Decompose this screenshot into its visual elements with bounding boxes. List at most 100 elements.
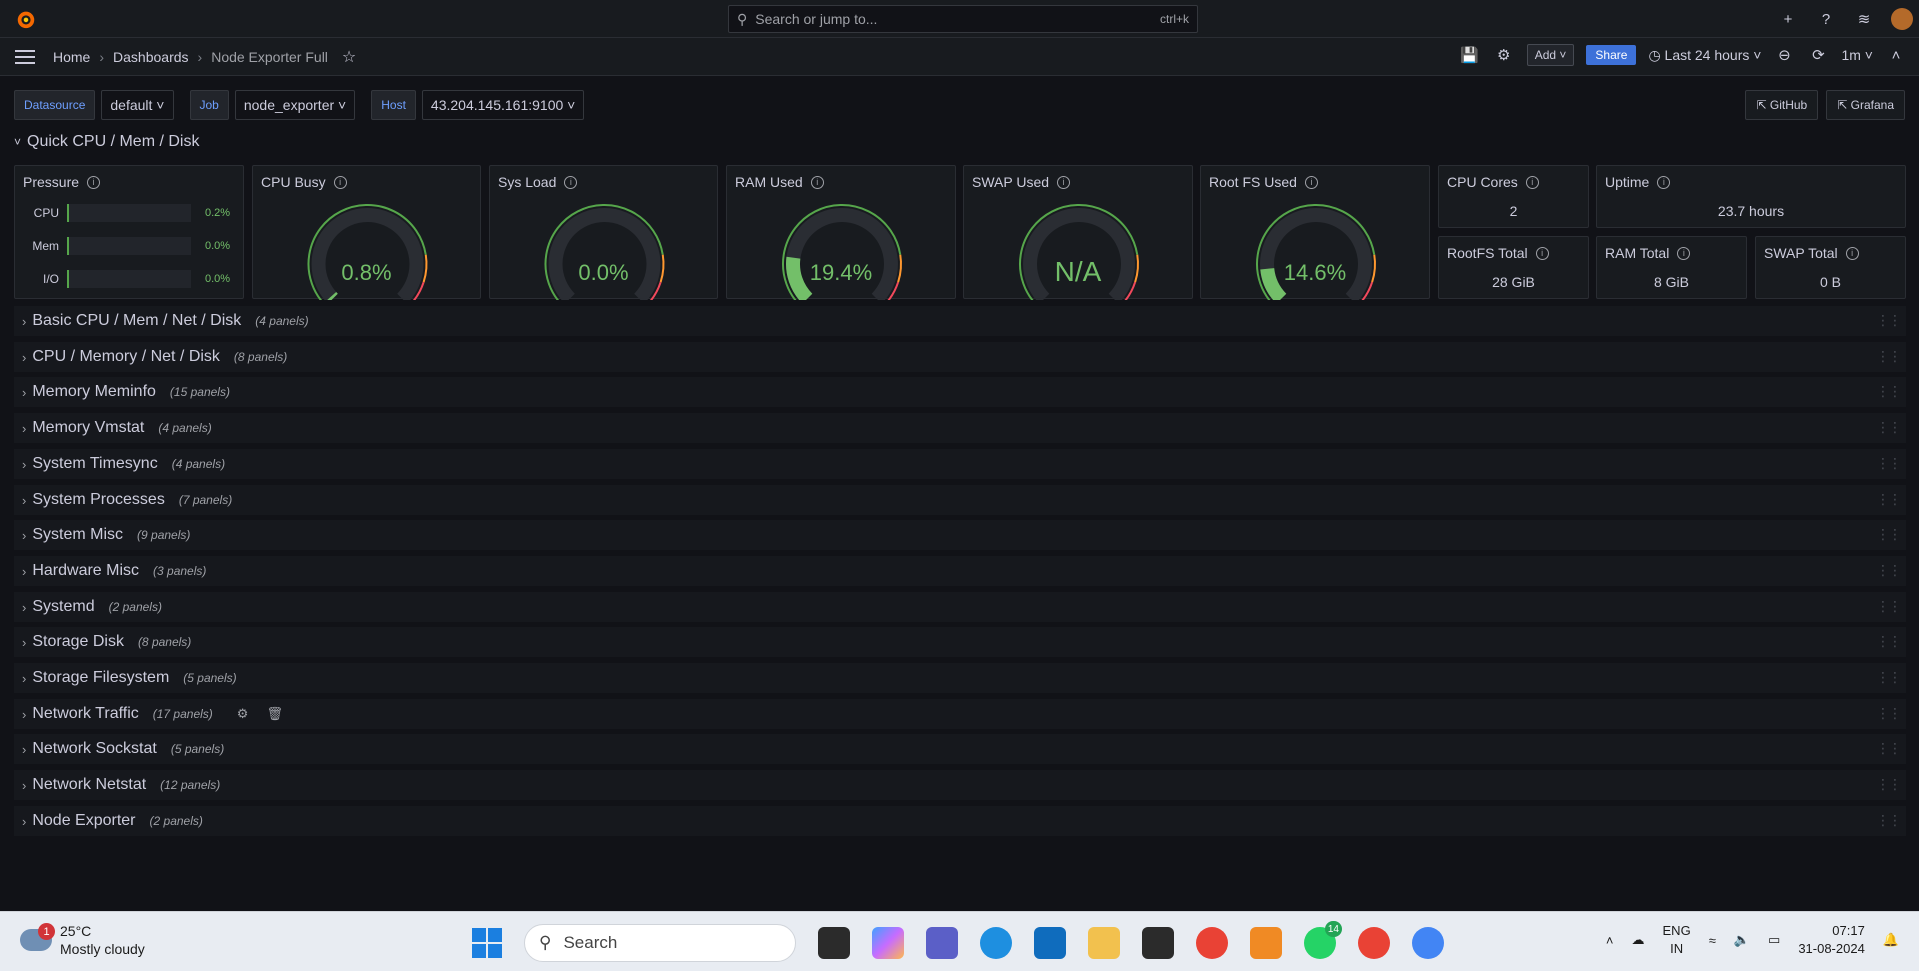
- info-icon[interactable]: i: [1535, 246, 1549, 260]
- drag-handle-icon[interactable]: ⋮⋮: [1876, 312, 1902, 329]
- file-explorer-icon[interactable]: [1088, 927, 1120, 959]
- panel-root-fs-used[interactable]: Root FS Used i 14.6%: [1200, 165, 1430, 300]
- variable-value-host: 43.204.145.161:9100: [430, 97, 564, 113]
- info-icon[interactable]: i: [1677, 246, 1691, 260]
- dashboard-row[interactable]: › System Processes (7 panels) ⋮⋮: [14, 485, 1906, 515]
- dashboard-row[interactable]: › System Timesync (4 panels) ⋮⋮: [14, 449, 1906, 479]
- news-rss-icon[interactable]: ≋: [1853, 8, 1875, 30]
- drag-handle-icon[interactable]: ⋮⋮: [1876, 776, 1902, 793]
- breadcrumb-home[interactable]: Home: [53, 49, 90, 65]
- package-app-icon[interactable]: [1250, 927, 1282, 959]
- outlook-icon[interactable]: [1034, 927, 1066, 959]
- drag-handle-icon[interactable]: ⋮⋮: [1876, 562, 1902, 579]
- time-range-picker[interactable]: ◷ Last 24 hours ˅: [1648, 47, 1761, 64]
- dashboard-row[interactable]: › Node Exporter (2 panels) ⋮⋮: [14, 806, 1906, 836]
- save-icon[interactable]: 💾: [1459, 44, 1481, 66]
- pressure-label: Mem: [32, 239, 59, 253]
- variable-select-datasource[interactable]: default ˅: [101, 90, 174, 120]
- teams-icon[interactable]: [926, 927, 958, 959]
- variable-select-host[interactable]: 43.204.145.161:9100 ˅: [421, 90, 585, 120]
- dashboard-row[interactable]: › Storage Disk (8 panels) ⋮⋮: [14, 627, 1906, 657]
- settings-gear-icon[interactable]: ⚙: [1493, 44, 1515, 66]
- panel-rootfs-total[interactable]: RootFS Total i 28 GiB: [1438, 236, 1589, 299]
- clock[interactable]: 07:17 31-08-2024: [1798, 922, 1865, 958]
- dashboard-row[interactable]: › Memory Vmstat (4 panels) ⋮⋮: [14, 413, 1906, 443]
- panel-cpu-busy[interactable]: CPU Busy i 0.8%: [252, 165, 481, 300]
- chrome-icon[interactable]: [1196, 927, 1228, 959]
- panel-pressure[interactable]: Pressure i CPU 0.2% Mem 0.0% I/O 0.0%: [14, 165, 244, 299]
- add-button[interactable]: Add ˅: [1526, 44, 1575, 66]
- drag-handle-icon[interactable]: ⋮⋮: [1876, 526, 1902, 543]
- panel-ram-total[interactable]: RAM Total i 8 GiB: [1596, 236, 1747, 299]
- dashboard-row[interactable]: › Hardware Misc (3 panels) ⋮⋮: [14, 556, 1906, 586]
- dashboard-row[interactable]: › Memory Meminfo (15 panels) ⋮⋮: [14, 377, 1906, 407]
- dashboard-row[interactable]: › Network Traffic (17 panels) ⚙ 🗑 ⋮⋮: [14, 699, 1906, 729]
- weather-widget[interactable]: 1 25°C Mostly cloudy: [20, 922, 145, 958]
- share-button[interactable]: Share: [1586, 45, 1637, 65]
- dashboard-row[interactable]: › Network Netstat (12 panels) ⋮⋮: [14, 770, 1906, 800]
- drag-handle-icon[interactable]: ⋮⋮: [1876, 383, 1902, 400]
- chevron-up-icon[interactable]: ˄: [1606, 933, 1614, 948]
- dashboard-row[interactable]: › Network Sockstat (5 panels) ⋮⋮: [14, 734, 1906, 764]
- drag-handle-icon[interactable]: ⋮⋮: [1876, 705, 1902, 722]
- new-plus-icon[interactable]: +: [1777, 8, 1799, 30]
- dashboard-row[interactable]: › Systemd (2 panels) ⋮⋮: [14, 592, 1906, 622]
- taskbar-search[interactable]: ⚲ Search: [524, 924, 796, 962]
- drag-handle-icon[interactable]: ⋮⋮: [1876, 812, 1902, 829]
- language-indicator[interactable]: ENG IN: [1663, 922, 1691, 958]
- battery-icon[interactable]: ▭: [1768, 932, 1780, 948]
- row-delete-trash-icon[interactable]: 🗑: [266, 706, 283, 722]
- dashboard-row[interactable]: › CPU / Memory / Net / Disk (8 panels) ⋮⋮: [14, 342, 1906, 372]
- drag-handle-icon[interactable]: ⋮⋮: [1876, 740, 1902, 757]
- info-icon[interactable]: i: [1845, 246, 1859, 260]
- volume-icon[interactable]: 🔈: [1734, 932, 1750, 948]
- grafana-logo-icon[interactable]: [14, 8, 38, 30]
- whatsapp-icon[interactable]: 14: [1304, 921, 1342, 959]
- dashboard-row[interactable]: › Storage Filesystem (5 panels) ⋮⋮: [14, 663, 1906, 693]
- copilot-icon[interactable]: [872, 927, 904, 959]
- info-icon[interactable]: i: [1657, 175, 1671, 189]
- drag-handle-icon[interactable]: ⋮⋮: [1876, 419, 1902, 436]
- panel-cpu-cores[interactable]: CPU Cores i 2: [1438, 165, 1589, 228]
- panel-swap-total[interactable]: SWAP Total i 0 B: [1755, 236, 1906, 299]
- info-icon[interactable]: i: [1525, 175, 1539, 189]
- notification-bell-icon[interactable]: 🔔: [1883, 932, 1899, 948]
- row-settings-gear-icon[interactable]: ⚙: [237, 706, 249, 722]
- onedrive-icon[interactable]: ☁: [1632, 932, 1645, 948]
- refresh-icon[interactable]: ⟳: [1807, 44, 1829, 66]
- row-title: Storage Disk: [32, 633, 124, 650]
- drag-handle-icon[interactable]: ⋮⋮: [1876, 491, 1902, 508]
- task-view-icon[interactable]: [818, 927, 850, 959]
- breadcrumb-dashboards[interactable]: Dashboards: [113, 49, 189, 65]
- windows-start-icon[interactable]: [472, 928, 502, 958]
- typora-icon[interactable]: [1142, 927, 1174, 959]
- panel-sys-load[interactable]: Sys Load i 0.0%: [489, 165, 718, 300]
- panel-swap-used[interactable]: SWAP Used i N/A: [963, 165, 1193, 300]
- chrome-profile-icon[interactable]: [1412, 927, 1444, 959]
- grafana-link[interactable]: ⇱ Grafana: [1826, 90, 1905, 120]
- variable-select-job[interactable]: node_exporter ˅: [234, 90, 356, 120]
- user-avatar[interactable]: [1891, 8, 1913, 30]
- zoom-out-icon[interactable]: ⊖: [1773, 44, 1795, 66]
- drag-handle-icon[interactable]: ⋮⋮: [1876, 348, 1902, 365]
- dashboard-row[interactable]: › System Misc (9 panels) ⋮⋮: [14, 520, 1906, 550]
- refresh-interval-picker[interactable]: 1m ˅: [1841, 47, 1873, 63]
- dashboard-row[interactable]: › Basic CPU / Mem / Net / Disk (4 panels) ⋮…: [14, 306, 1906, 336]
- edge-browser-icon[interactable]: [980, 927, 1012, 959]
- menu-icon[interactable]: [15, 49, 35, 64]
- collapse-chevron-up-icon[interactable]: ˄: [1885, 44, 1907, 66]
- favorite-star-icon[interactable]: ☆: [342, 47, 356, 67]
- panel-uptime[interactable]: Uptime i 23.7 hours: [1596, 165, 1906, 228]
- drag-handle-icon[interactable]: ⋮⋮: [1876, 455, 1902, 472]
- row-quick-cpu-mem-disk[interactable]: ˅ Quick CPU / Mem / Disk: [14, 133, 199, 151]
- help-icon[interactable]: ?: [1815, 8, 1837, 30]
- info-icon[interactable]: i: [87, 175, 101, 189]
- chrome-profile-icon[interactable]: [1358, 927, 1390, 959]
- search-input[interactable]: ⚲ Search or jump to... ctrl+k: [728, 5, 1198, 33]
- github-link[interactable]: ⇱ GitHub: [1745, 90, 1819, 120]
- panel-ram-used[interactable]: RAM Used i 19.4%: [726, 165, 956, 300]
- wifi-icon[interactable]: ≈: [1709, 933, 1716, 948]
- drag-handle-icon[interactable]: ⋮⋮: [1876, 598, 1902, 615]
- drag-handle-icon[interactable]: ⋮⋮: [1876, 669, 1902, 686]
- drag-handle-icon[interactable]: ⋮⋮: [1876, 633, 1902, 650]
